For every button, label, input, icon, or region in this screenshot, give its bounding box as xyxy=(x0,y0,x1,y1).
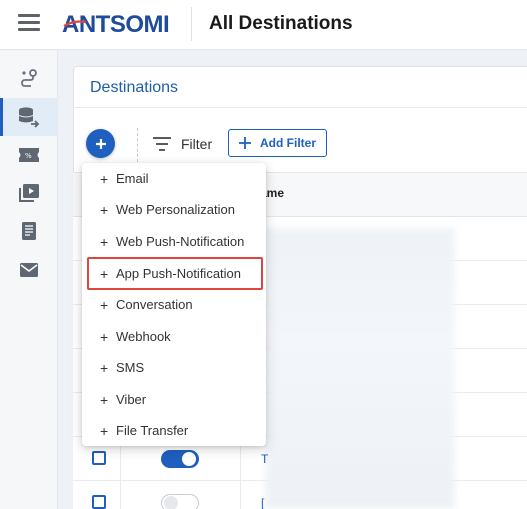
filter-icon xyxy=(153,137,171,151)
menu-item-app-push-notification[interactable]: + App Push-Notification xyxy=(82,258,266,289)
menu-item-label: SMS xyxy=(116,360,145,375)
nav-reports[interactable] xyxy=(0,212,58,250)
menu-item-label: Web Push-Notification xyxy=(116,234,245,249)
top-bar: ANTSOMI All Destinations xyxy=(0,0,527,50)
plus-icon: + xyxy=(100,265,109,282)
mail-icon xyxy=(20,263,38,277)
toolbar-divider xyxy=(137,128,138,162)
plus-icon xyxy=(95,138,106,149)
menu-item-web-push-notification[interactable]: + Web Push-Notification xyxy=(82,226,266,257)
menu-item-email[interactable]: + Email xyxy=(82,163,266,194)
status-toggle[interactable] xyxy=(161,450,199,468)
header-divider xyxy=(191,7,192,41)
row-checkbox[interactable] xyxy=(92,451,106,465)
hamburger-menu-icon[interactable] xyxy=(18,14,40,32)
menu-item-conversation[interactable]: + Conversation xyxy=(82,289,266,320)
svg-text:%: % xyxy=(25,152,32,160)
plus-icon: + xyxy=(100,201,109,218)
destination-name[interactable]: T xyxy=(261,452,268,466)
blurred-content xyxy=(265,228,455,509)
journey-route-icon xyxy=(21,69,37,87)
database-export-icon xyxy=(19,107,40,128)
menu-item-label: Viber xyxy=(116,392,147,407)
nav-destinations[interactable] xyxy=(0,98,58,136)
document-list-icon xyxy=(22,222,36,240)
card-divider xyxy=(74,107,527,108)
plus-icon xyxy=(239,137,251,149)
card-title: Destinations xyxy=(90,79,179,96)
destination-name[interactable]: [ xyxy=(261,496,264,509)
svg-text:ANTSOMI: ANTSOMI xyxy=(62,11,169,38)
menu-item-label: Web Personalization xyxy=(116,202,235,217)
left-nav-rail: % xyxy=(0,51,58,509)
plus-icon: + xyxy=(100,422,109,439)
add-destination-button[interactable] xyxy=(86,129,115,158)
menu-item-viber[interactable]: + Viber xyxy=(82,384,266,415)
filter-button[interactable]: Filter xyxy=(153,134,212,154)
plus-icon: + xyxy=(100,233,109,250)
menu-item-sms[interactable]: + SMS xyxy=(82,352,266,383)
plus-icon: + xyxy=(100,170,109,187)
nav-promotions[interactable]: % xyxy=(0,136,58,174)
filter-label: Filter xyxy=(181,136,213,152)
menu-item-web-personalization[interactable]: + Web Personalization xyxy=(82,194,266,225)
plus-icon: + xyxy=(100,391,109,408)
menu-item-label: File Transfer xyxy=(116,423,189,438)
menu-item-label: Conversation xyxy=(116,297,193,312)
nav-messages[interactable] xyxy=(0,251,58,289)
menu-item-label: Email xyxy=(116,171,149,186)
plus-icon: + xyxy=(100,296,109,313)
menu-item-label: Webhook xyxy=(116,329,171,344)
menu-item-webhook[interactable]: + Webhook xyxy=(82,321,266,352)
plus-icon: + xyxy=(100,359,109,376)
ticket-icon: % xyxy=(19,148,39,162)
destination-type-menu: + Email + Web Personalization + Web Push… xyxy=(82,163,266,446)
add-filter-label: Add Filter xyxy=(260,136,316,150)
page-title: All Destinations xyxy=(209,13,353,34)
antsomi-logo: ANTSOMI xyxy=(62,11,170,38)
menu-item-label: App Push-Notification xyxy=(116,266,242,281)
add-filter-button[interactable]: Add Filter xyxy=(228,129,327,157)
nav-media[interactable] xyxy=(0,174,58,212)
menu-item-file-transfer[interactable]: + File Transfer xyxy=(82,415,266,446)
plus-icon: + xyxy=(100,328,109,345)
row-checkbox[interactable] xyxy=(92,495,106,509)
status-toggle[interactable] xyxy=(161,494,199,509)
video-library-icon xyxy=(19,184,39,202)
nav-journeys[interactable] xyxy=(0,59,58,97)
